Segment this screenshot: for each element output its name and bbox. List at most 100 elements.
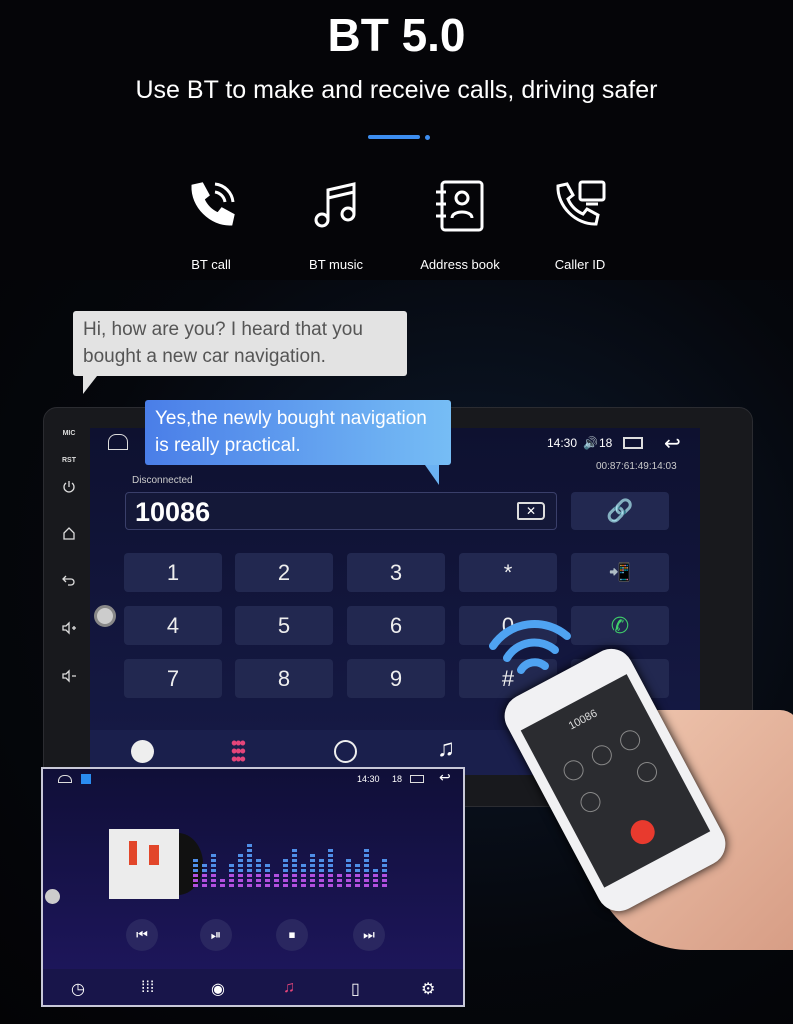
eq-dot <box>373 869 378 872</box>
transfer-audio-button[interactable]: 📲 <box>571 553 669 592</box>
key-9[interactable]: 9 <box>347 659 445 698</box>
key-6[interactable]: 6 <box>347 606 445 645</box>
back-button[interactable] <box>52 573 86 589</box>
music-icon[interactable]: ♫ <box>283 979 295 997</box>
stop-button[interactable]: ⏹ <box>276 919 308 951</box>
eq-dot <box>364 869 369 872</box>
eq-dot <box>310 874 315 877</box>
eq-dot <box>274 884 279 887</box>
feature-label: BT call <box>191 257 231 272</box>
eq-dot <box>211 869 216 872</box>
connection-status: Disconnected <box>132 475 193 486</box>
eq-dot <box>310 854 315 857</box>
eq-dot <box>373 879 378 882</box>
power-button[interactable] <box>52 480 86 496</box>
home-icon[interactable] <box>108 434 128 450</box>
settings-icon[interactable]: ⚙ <box>421 979 435 999</box>
back-icon <box>62 575 75 586</box>
eq-dot <box>319 884 324 887</box>
status-volume: 18 <box>599 436 613 450</box>
feature-bt-call: BT call <box>146 178 276 272</box>
answer-bubble: Yes,the newly bought navigation is reall… <box>145 400 451 485</box>
eq-dot <box>211 859 216 862</box>
recents-icon[interactable] <box>623 437 643 449</box>
home-icon[interactable] <box>58 775 72 783</box>
eq-dot <box>283 864 288 867</box>
eq-dot <box>247 864 252 867</box>
home-icon <box>63 527 75 540</box>
eq-dot <box>256 864 261 867</box>
backspace-button[interactable]: ✕ <box>517 502 545 520</box>
eq-dot <box>337 884 342 887</box>
back-icon[interactable]: ↩ <box>664 431 681 456</box>
eq-dot <box>211 864 216 867</box>
eq-dot <box>283 859 288 862</box>
contacts-icon[interactable] <box>334 740 357 763</box>
recents-icon[interactable] <box>410 775 424 783</box>
key-3[interactable]: 3 <box>347 553 445 592</box>
music-bottom-nav <box>43 969 463 1005</box>
eq-dot <box>292 874 297 877</box>
eq-dot <box>355 874 360 877</box>
app-icon[interactable] <box>81 774 91 784</box>
back-icon[interactable]: ↩ <box>439 769 451 786</box>
eq-dot <box>328 874 333 877</box>
recent-calls-icon[interactable]: ◷ <box>71 979 85 999</box>
eq-dot <box>283 884 288 887</box>
eq-dot <box>364 874 369 877</box>
eq-dot <box>229 864 234 867</box>
previous-button[interactable]: ⏮ <box>126 919 158 951</box>
assistive-touch[interactable] <box>45 889 60 904</box>
recent-calls-icon[interactable] <box>131 740 154 763</box>
link-button[interactable]: 🔗 <box>571 492 669 530</box>
eq-dot <box>301 884 306 887</box>
assistive-touch[interactable] <box>94 605 116 627</box>
key-8[interactable]: 8 <box>235 659 333 698</box>
eq-dot <box>301 874 306 877</box>
phone-link-icon[interactable]: ▯ <box>351 979 360 999</box>
eq-dot <box>373 874 378 877</box>
eq-dot <box>328 869 333 872</box>
key-5[interactable]: 5 <box>235 606 333 645</box>
equalizer <box>193 844 387 887</box>
call-button[interactable]: ✆ <box>571 606 669 645</box>
key-4[interactable]: 4 <box>124 606 222 645</box>
eq-dot <box>247 854 252 857</box>
feature-label: BT music <box>309 257 363 272</box>
eq-dot <box>211 874 216 877</box>
eq-dot <box>310 859 315 862</box>
play-pause-button[interactable]: ⏯ <box>200 919 232 951</box>
key-*[interactable]: * <box>459 553 557 592</box>
eq-dot <box>364 879 369 882</box>
eq-dot <box>229 869 234 872</box>
eq-dot <box>256 859 261 862</box>
home-button[interactable] <box>52 526 86 542</box>
eq-dot <box>346 869 351 872</box>
music-note-icon <box>314 182 356 228</box>
eq-dot <box>292 869 297 872</box>
next-button[interactable]: ⏭ <box>353 919 385 951</box>
wifi-signal-icon <box>489 619 571 674</box>
dialpad-icon[interactable]: ⁞⁞⁞ <box>141 979 154 997</box>
eq-dot <box>364 864 369 867</box>
eq-dot <box>238 869 243 872</box>
eq-dot <box>247 874 252 877</box>
key-7[interactable]: 7 <box>124 659 222 698</box>
key-2[interactable]: 2 <box>235 553 333 592</box>
music-icon[interactable]: ♫ <box>437 735 455 763</box>
eq-dot <box>247 849 252 852</box>
volume-down-button[interactable] <box>52 669 86 685</box>
eq-dot <box>238 884 243 887</box>
status-time: 14:30 <box>547 436 578 450</box>
eq-dot <box>247 884 252 887</box>
eq-dot <box>193 874 198 877</box>
key-1[interactable]: 1 <box>124 553 222 592</box>
eq-dot <box>247 859 252 862</box>
dialpad-icon[interactable]: ••• ••• ••• <box>231 734 246 768</box>
volume-up-button[interactable] <box>52 621 86 637</box>
eq-dot <box>328 854 333 857</box>
eq-dot <box>337 879 342 882</box>
link-icon: 🔗 <box>606 498 634 523</box>
eq-dot <box>292 849 297 852</box>
contacts-icon[interactable]: ◉ <box>211 979 225 999</box>
